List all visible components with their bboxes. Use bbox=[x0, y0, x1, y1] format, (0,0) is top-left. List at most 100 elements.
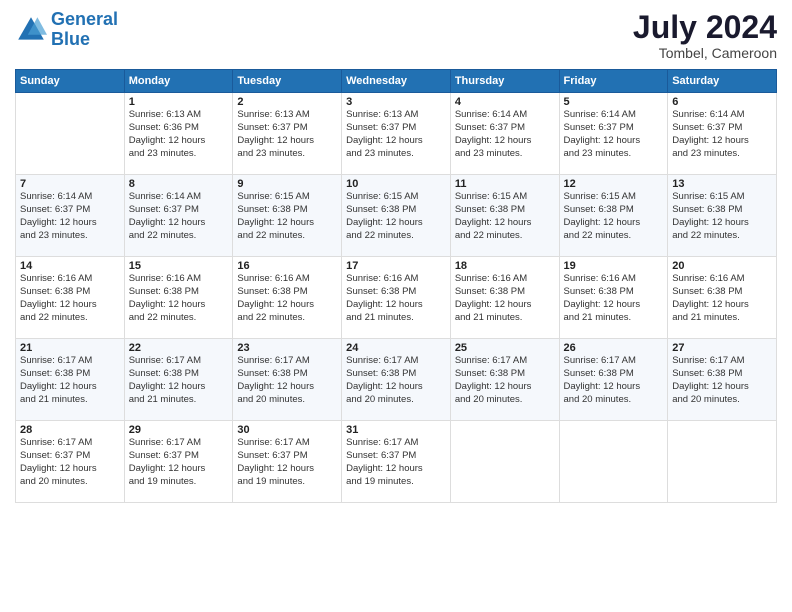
day-number: 3 bbox=[346, 96, 446, 108]
day-info: Sunrise: 6:16 AMSunset: 6:38 PMDaylight:… bbox=[237, 273, 337, 324]
calendar-cell: 5Sunrise: 6:14 AMSunset: 6:37 PMDaylight… bbox=[559, 93, 668, 175]
day-number: 27 bbox=[672, 342, 772, 354]
day-info: Sunrise: 6:17 AMSunset: 6:38 PMDaylight:… bbox=[129, 355, 229, 406]
day-number: 13 bbox=[672, 178, 772, 190]
day-number: 16 bbox=[237, 260, 337, 272]
day-number: 30 bbox=[237, 424, 337, 436]
day-info: Sunrise: 6:17 AMSunset: 6:38 PMDaylight:… bbox=[237, 355, 337, 406]
day-number: 14 bbox=[20, 260, 120, 272]
logo-text: General Blue bbox=[51, 10, 118, 50]
day-number: 21 bbox=[20, 342, 120, 354]
day-number: 1 bbox=[129, 96, 229, 108]
calendar-cell: 9Sunrise: 6:15 AMSunset: 6:38 PMDaylight… bbox=[233, 175, 342, 257]
calendar-week-3: 14 Sunrise: 6:16 AMSunset: 6:38 PMDayligh… bbox=[16, 257, 777, 339]
day-info: Sunrise: 6:15 AMSunset: 6:38 PMDaylight:… bbox=[346, 191, 446, 242]
calendar-cell: 26Sunrise: 6:17 AMSunset: 6:38 PMDayligh… bbox=[559, 339, 668, 421]
day-number: 9 bbox=[237, 178, 337, 190]
day-number: 2 bbox=[237, 96, 337, 108]
calendar-cell: 8Sunrise: 6:14 AMSunset: 6:37 PMDaylight… bbox=[124, 175, 233, 257]
calendar-cell: 7Sunrise: 6:14 AMSunset: 6:37 PMDaylight… bbox=[16, 175, 125, 257]
day-number: 20 bbox=[672, 260, 772, 272]
day-number: 28 bbox=[20, 424, 120, 436]
calendar-week-1: 1Sunrise: 6:13 AMSunset: 6:36 PMDaylight… bbox=[16, 93, 777, 175]
calendar-header-monday: Monday bbox=[124, 70, 233, 93]
day-number: 10 bbox=[346, 178, 446, 190]
day-info: Sunrise: 6:16 AMSunset: 6:38 PMDaylight:… bbox=[455, 273, 555, 324]
title-block: July 2024 Tombel, Cameroon bbox=[633, 10, 777, 61]
day-number: 7 bbox=[20, 178, 120, 190]
day-info: Sunrise: 6:14 AMSunset: 6:37 PMDaylight:… bbox=[564, 109, 664, 160]
day-info: Sunrise: 6:17 AMSunset: 6:38 PMDaylight:… bbox=[455, 355, 555, 406]
day-number: 26 bbox=[564, 342, 664, 354]
day-info: Sunrise: 6:16 AMSunset: 6:38 PMDaylight:… bbox=[129, 273, 229, 324]
calendar-header-tuesday: Tuesday bbox=[233, 70, 342, 93]
day-number: 19 bbox=[564, 260, 664, 272]
header: General Blue July 2024 Tombel, Cameroon bbox=[15, 10, 777, 61]
logo-icon bbox=[15, 14, 47, 46]
day-info: Sunrise: 6:17 AMSunset: 6:38 PMDaylight:… bbox=[20, 355, 120, 406]
calendar-cell: 18Sunrise: 6:16 AMSunset: 6:38 PMDayligh… bbox=[450, 257, 559, 339]
day-info: Sunrise: 6:15 AMSunset: 6:38 PMDaylight:… bbox=[237, 191, 337, 242]
day-info: Sunrise: 6:17 AMSunset: 6:37 PMDaylight:… bbox=[346, 437, 446, 488]
day-info: Sunrise: 6:17 AMSunset: 6:38 PMDaylight:… bbox=[672, 355, 772, 406]
calendar-cell: 31Sunrise: 6:17 AMSunset: 6:37 PMDayligh… bbox=[342, 421, 451, 503]
calendar-week-2: 7Sunrise: 6:14 AMSunset: 6:37 PMDaylight… bbox=[16, 175, 777, 257]
day-number: 29 bbox=[129, 424, 229, 436]
calendar-header-row: SundayMondayTuesdayWednesdayThursdayFrid… bbox=[16, 70, 777, 93]
day-info: Sunrise: 6:17 AMSunset: 6:37 PMDaylight:… bbox=[237, 437, 337, 488]
calendar-cell: 10Sunrise: 6:15 AMSunset: 6:38 PMDayligh… bbox=[342, 175, 451, 257]
calendar-header-friday: Friday bbox=[559, 70, 668, 93]
day-info: Sunrise: 6:17 AMSunset: 6:37 PMDaylight:… bbox=[20, 437, 120, 488]
calendar-cell: 27Sunrise: 6:17 AMSunset: 6:38 PMDayligh… bbox=[668, 339, 777, 421]
calendar-cell: 20Sunrise: 6:16 AMSunset: 6:38 PMDayligh… bbox=[668, 257, 777, 339]
day-info: Sunrise: 6:14 AMSunset: 6:37 PMDaylight:… bbox=[129, 191, 229, 242]
calendar-cell: 28Sunrise: 6:17 AMSunset: 6:37 PMDayligh… bbox=[16, 421, 125, 503]
day-info: Sunrise: 6:15 AMSunset: 6:38 PMDaylight:… bbox=[672, 191, 772, 242]
day-number: 11 bbox=[455, 178, 555, 190]
day-info: Sunrise: 6:14 AMSunset: 6:37 PMDaylight:… bbox=[20, 191, 120, 242]
day-number: 22 bbox=[129, 342, 229, 354]
day-number: 8 bbox=[129, 178, 229, 190]
calendar-cell: 22Sunrise: 6:17 AMSunset: 6:38 PMDayligh… bbox=[124, 339, 233, 421]
location: Tombel, Cameroon bbox=[633, 45, 777, 61]
calendar-cell: 29Sunrise: 6:17 AMSunset: 6:37 PMDayligh… bbox=[124, 421, 233, 503]
day-info: Sunrise: 6:15 AMSunset: 6:38 PMDaylight:… bbox=[564, 191, 664, 242]
logo-general: General bbox=[51, 9, 118, 29]
day-number: 17 bbox=[346, 260, 446, 272]
logo-blue: Blue bbox=[51, 29, 90, 49]
calendar-table: SundayMondayTuesdayWednesdayThursdayFrid… bbox=[15, 69, 777, 503]
day-info: Sunrise: 6:17 AMSunset: 6:38 PMDaylight:… bbox=[564, 355, 664, 406]
calendar-week-4: 21Sunrise: 6:17 AMSunset: 6:38 PMDayligh… bbox=[16, 339, 777, 421]
calendar-cell bbox=[450, 421, 559, 503]
calendar-header-saturday: Saturday bbox=[668, 70, 777, 93]
calendar-cell: 30Sunrise: 6:17 AMSunset: 6:37 PMDayligh… bbox=[233, 421, 342, 503]
calendar-cell: 12Sunrise: 6:15 AMSunset: 6:38 PMDayligh… bbox=[559, 175, 668, 257]
calendar-cell: 1Sunrise: 6:13 AMSunset: 6:36 PMDaylight… bbox=[124, 93, 233, 175]
day-number: 24 bbox=[346, 342, 446, 354]
day-number: 4 bbox=[455, 96, 555, 108]
calendar-header-wednesday: Wednesday bbox=[342, 70, 451, 93]
day-number: 6 bbox=[672, 96, 772, 108]
day-info: Sunrise: 6:14 AMSunset: 6:37 PMDaylight:… bbox=[455, 109, 555, 160]
calendar-cell: 6Sunrise: 6:14 AMSunset: 6:37 PMDaylight… bbox=[668, 93, 777, 175]
day-info: Sunrise: 6:13 AMSunset: 6:36 PMDaylight:… bbox=[129, 109, 229, 160]
calendar-cell: 11Sunrise: 6:15 AMSunset: 6:38 PMDayligh… bbox=[450, 175, 559, 257]
calendar-cell bbox=[668, 421, 777, 503]
calendar-header-thursday: Thursday bbox=[450, 70, 559, 93]
day-number: 5 bbox=[564, 96, 664, 108]
calendar-cell: 21Sunrise: 6:17 AMSunset: 6:38 PMDayligh… bbox=[16, 339, 125, 421]
day-number: 18 bbox=[455, 260, 555, 272]
calendar-cell: 19Sunrise: 6:16 AMSunset: 6:38 PMDayligh… bbox=[559, 257, 668, 339]
day-info: Sunrise: 6:13 AMSunset: 6:37 PMDaylight:… bbox=[237, 109, 337, 160]
calendar-cell: 16Sunrise: 6:16 AMSunset: 6:38 PMDayligh… bbox=[233, 257, 342, 339]
day-info: Sunrise: 6:16 AMSunset: 6:38 PMDaylight:… bbox=[672, 273, 772, 324]
day-number: 31 bbox=[346, 424, 446, 436]
calendar-cell: 4Sunrise: 6:14 AMSunset: 6:37 PMDaylight… bbox=[450, 93, 559, 175]
logo: General Blue bbox=[15, 10, 118, 50]
day-number: 12 bbox=[564, 178, 664, 190]
calendar-cell: 25Sunrise: 6:17 AMSunset: 6:38 PMDayligh… bbox=[450, 339, 559, 421]
day-info: Sunrise: 6:14 AMSunset: 6:37 PMDaylight:… bbox=[672, 109, 772, 160]
day-info: Sunrise: 6:17 AMSunset: 6:37 PMDaylight:… bbox=[129, 437, 229, 488]
calendar-cell: 14Sunrise: 6:16 AMSunset: 6:38 PMDayligh… bbox=[16, 257, 125, 339]
calendar-cell bbox=[559, 421, 668, 503]
